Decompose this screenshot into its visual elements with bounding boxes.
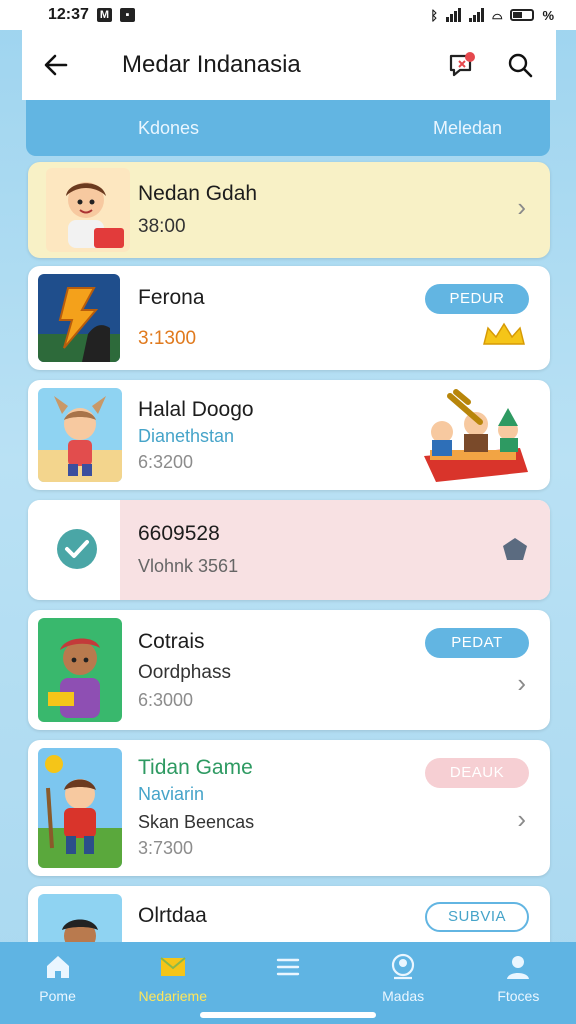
game-thumbnail — [38, 274, 120, 362]
item-title: 6609528 — [138, 522, 220, 545]
status-badge[interactable]: PEDUR — [425, 284, 529, 314]
tab-strip: Kdones Meledan — [26, 100, 550, 156]
cell-signal-icon — [469, 8, 485, 22]
hero-character-icon — [38, 618, 122, 722]
status-time: 12:37 — [48, 6, 89, 23]
nav-label: Madas — [382, 988, 425, 1004]
list-item-6609528[interactable]: 6609528 Vlohnk 3561 — [28, 500, 550, 600]
bluetooth-icon: ᛒ — [430, 7, 439, 23]
tab-meledan[interactable]: Meledan — [433, 118, 502, 139]
data-icon: ⌓ — [492, 7, 503, 22]
tab-kdones[interactable]: Kdones — [138, 118, 199, 139]
highlight-band — [120, 500, 550, 600]
nav-home[interactable]: Pome — [8, 952, 108, 1004]
status-bar: 12:37 M ▪ ᛒ ⌓ % — [0, 0, 576, 30]
list-item-tidan-game[interactable]: Tidan Game Naviarin Skan Beencas 3:7300 … — [28, 740, 550, 876]
nav-list[interactable] — [238, 952, 338, 988]
list-item-cotrais[interactable]: Cotrais Oordphass 6:3000 PEDAT › — [28, 610, 550, 730]
item-title: Ferona — [138, 286, 205, 309]
check-circle-icon[interactable] — [56, 528, 98, 570]
boy-avatar-icon — [66, 182, 124, 248]
nav-ftoces[interactable]: Ftoces — [468, 952, 568, 1004]
profile-badge-icon — [392, 953, 415, 980]
chat-notification-icon — [449, 52, 475, 77]
item-title: Nedan Gdah — [138, 182, 258, 205]
back-button[interactable] — [26, 30, 86, 100]
characters-feast-illustration — [424, 389, 528, 482]
rabbit-kid-icon — [38, 388, 122, 482]
item-score: 6:3000 — [138, 690, 194, 710]
gmail-notification-icon: M — [96, 8, 112, 22]
nav-madas[interactable]: Madas — [353, 952, 453, 1004]
status-badge[interactable]: SUBVIA — [425, 902, 529, 932]
item-subtitle: Vlohnk 3561 — [138, 556, 239, 576]
chevron-right-icon: › — [517, 804, 526, 834]
item-title: Halal Doogo — [138, 398, 254, 421]
list-item-nedan-gdah[interactable]: Nedan Gdah 38:00 › — [28, 162, 550, 258]
item-score: 38:00 — [138, 216, 186, 237]
app-bar: Medar Indanasia — [22, 30, 556, 100]
list-item-halal-doogo[interactable]: Halal Doogo Dianethstan 6:3200 — [28, 380, 550, 490]
game-thumbnail — [38, 388, 122, 482]
nav-nedarieme[interactable]: Nedarieme — [123, 952, 223, 1004]
battery-icon — [510, 9, 535, 21]
status-badge[interactable]: PEDAT — [425, 628, 529, 658]
page-title: Medar Indanasia — [122, 51, 301, 78]
nav-label: Ftoces — [497, 988, 540, 1004]
game-thumbnail — [38, 618, 122, 722]
item-score: 3:1300 — [138, 328, 197, 349]
lightning-game-icon — [38, 274, 120, 362]
app-notification-icon: ▪ — [119, 8, 135, 22]
item-score: 6:3200 — [138, 452, 194, 472]
pentagon-badge-icon — [503, 538, 527, 560]
warrior-kid-icon — [38, 748, 122, 868]
item-description: Skan Beencas — [138, 812, 255, 832]
item-subtitle: Naviarin — [138, 784, 205, 804]
battery-percent: % — [542, 7, 554, 23]
envelope-icon — [160, 957, 186, 976]
item-score: 3:7300 — [138, 838, 194, 858]
item-title: Tidan Game — [138, 756, 253, 779]
game-thumbnail — [38, 748, 122, 868]
arrow-left-icon — [44, 54, 68, 76]
home-icon — [46, 956, 69, 978]
list-icon — [276, 958, 300, 976]
messages-button[interactable] — [440, 43, 484, 87]
chevron-right-icon: › — [517, 192, 526, 222]
item-subtitle: Oordphass — [138, 662, 231, 683]
nav-label: Pome — [39, 988, 76, 1004]
status-badge[interactable]: DEAUK — [425, 758, 529, 788]
item-title: Cotrais — [138, 630, 205, 653]
crown-icon — [483, 322, 525, 345]
item-title: Olrtdaa — [138, 904, 207, 927]
search-button[interactable] — [498, 43, 542, 87]
home-indicator[interactable] — [200, 1012, 376, 1018]
item-subtitle: Dianethstan — [138, 426, 235, 446]
wifi-signal-icon — [446, 8, 462, 22]
list-item-ferona[interactable]: Ferona 3:1300 PEDUR — [28, 266, 550, 370]
chevron-right-icon: › — [517, 668, 526, 698]
user-icon — [507, 956, 530, 979]
search-icon — [508, 53, 533, 78]
nav-label: Nedarieme — [138, 988, 208, 1004]
game-thumbnail — [46, 168, 130, 252]
